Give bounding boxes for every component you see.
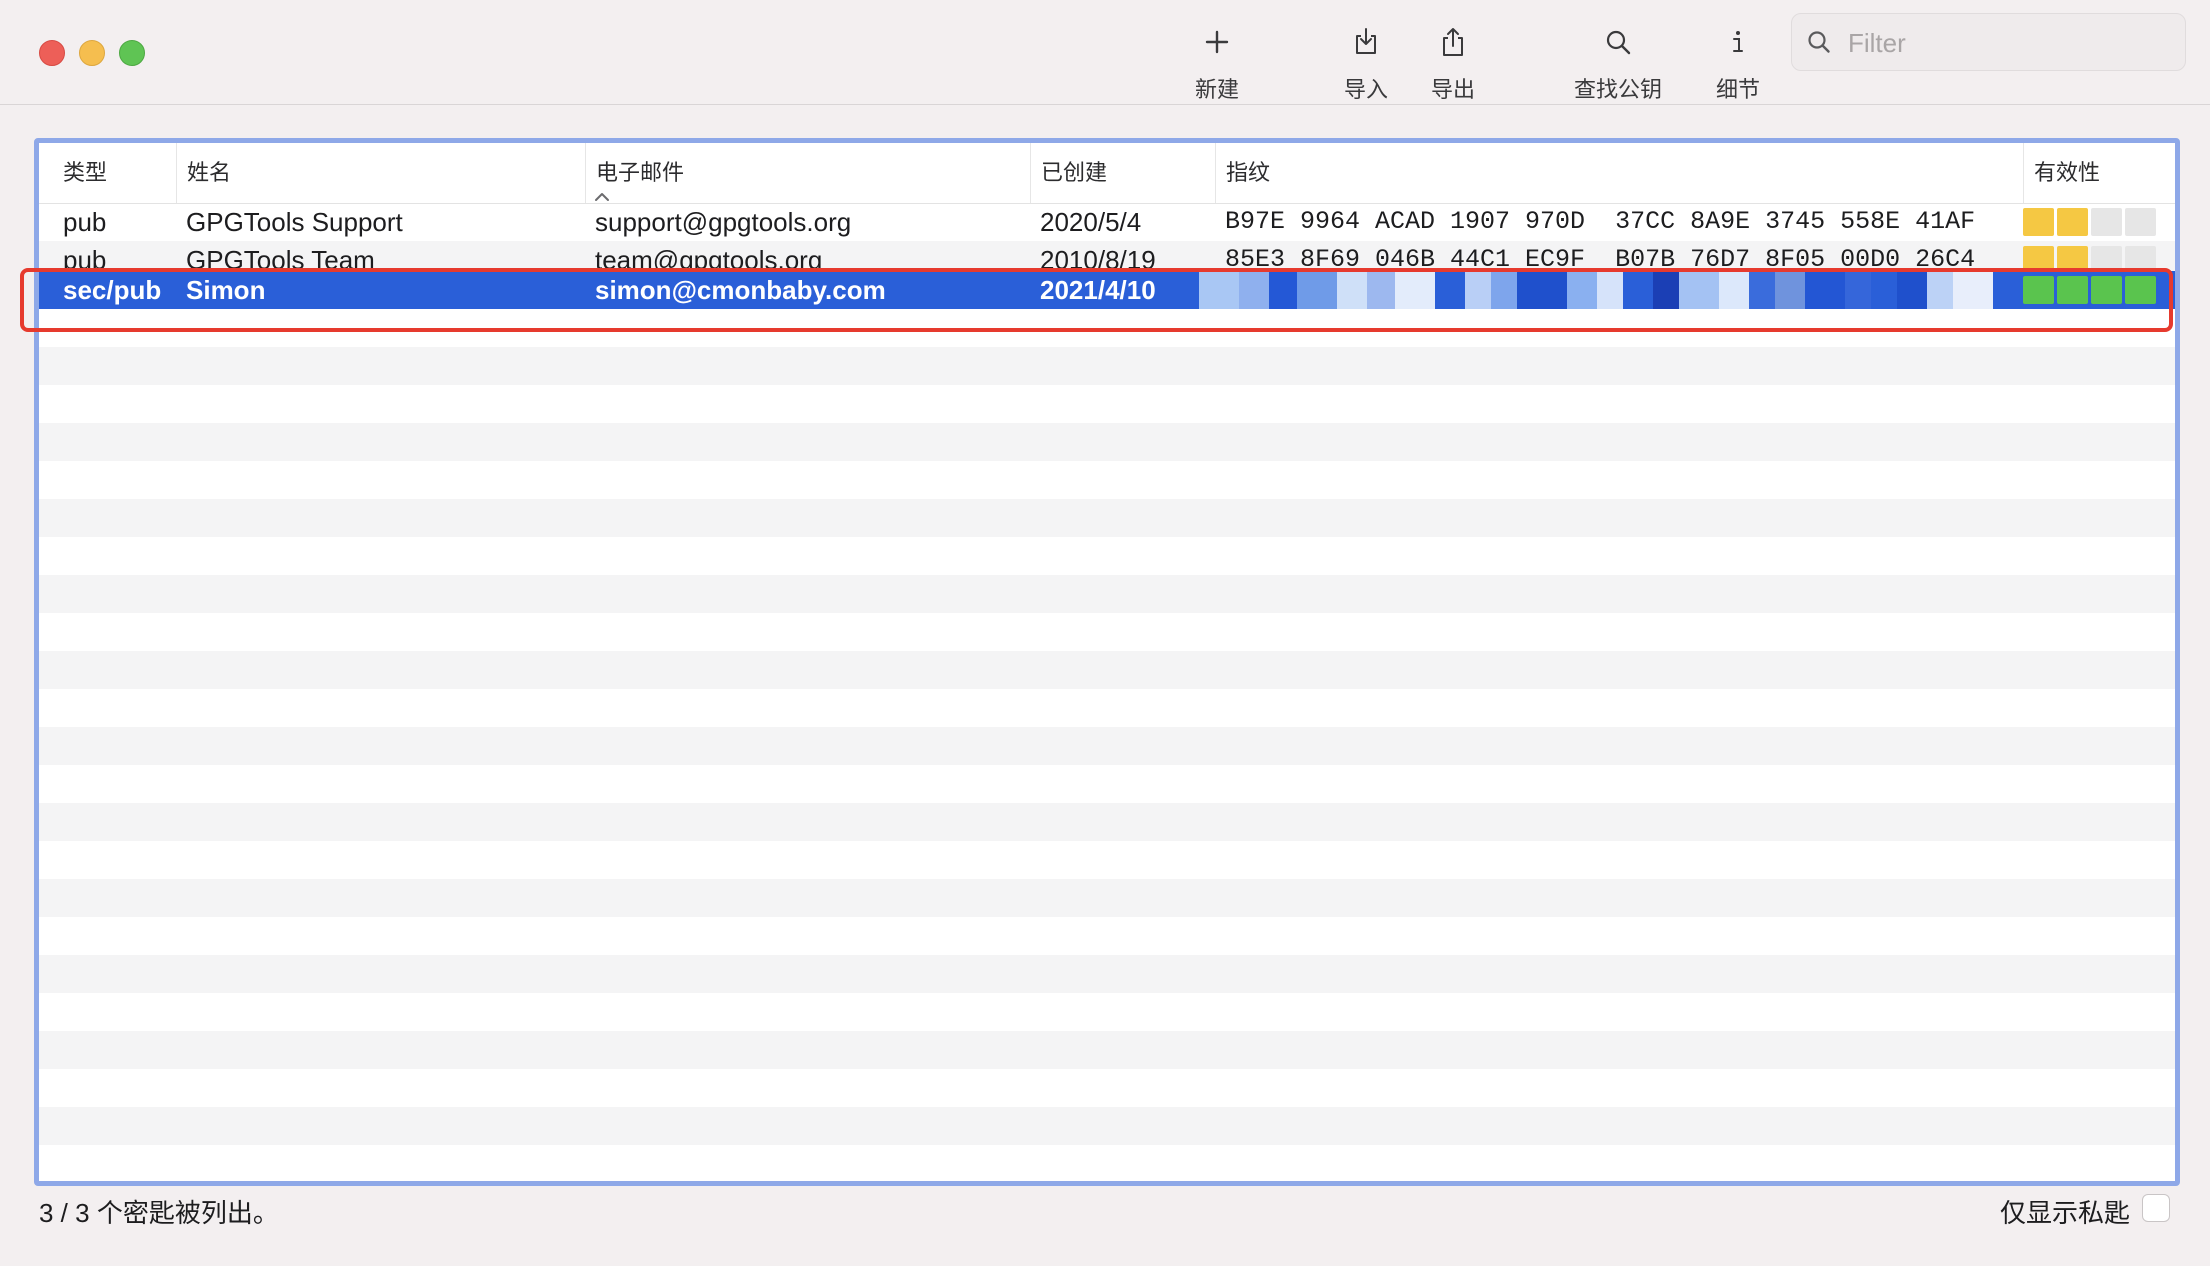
empty-row — [39, 879, 2175, 917]
empty-row — [39, 1145, 2175, 1181]
filter-input[interactable] — [1846, 22, 2170, 64]
empty-row — [39, 993, 2175, 1031]
column-header-email[interactable]: 电子邮件 — [585, 143, 1030, 203]
column-header-type[interactable]: 类型 — [53, 143, 185, 203]
empty-row — [39, 803, 2175, 841]
export-button[interactable]: 导出 — [1423, 22, 1483, 104]
empty-row — [39, 765, 2175, 803]
keys-table[interactable]: 类型 姓名 电子邮件 已创建 指纹 有效性 pub GPGTools Suppo… — [34, 138, 2180, 1186]
empty-row — [39, 347, 2175, 385]
empty-row — [39, 461, 2175, 499]
cell-created: 2021/4/10 — [1040, 275, 1156, 305]
gpg-keychain-window: 新建 导入 导出 查找公钥 细节 Filter 类型 姓名 电子邮件 已创建 指… — [0, 0, 2210, 1266]
new-key-label: 新建 — [1194, 77, 1239, 102]
validity-indicator — [2023, 208, 2156, 236]
empty-row — [39, 955, 2175, 993]
empty-row — [39, 727, 2175, 765]
toolbar: 新建 导入 导出 查找公钥 细节 — [0, 0, 2210, 105]
close-window-button[interactable] — [39, 40, 65, 66]
empty-row — [39, 613, 2175, 651]
new-key-button[interactable]: 新建 — [1185, 22, 1249, 104]
minimize-window-button[interactable] — [79, 40, 105, 66]
zoom-window-button[interactable] — [119, 40, 145, 66]
validity-indicator — [2023, 276, 2156, 304]
cell-name: Simon — [186, 275, 266, 305]
cell-email: simon@cmonbaby.com — [595, 275, 886, 305]
empty-row — [39, 575, 2175, 613]
empty-row — [39, 689, 2175, 727]
empty-row — [39, 841, 2175, 879]
search-icon — [1566, 22, 1670, 62]
empty-row — [39, 499, 2175, 537]
column-header-name[interactable]: 姓名 — [176, 143, 624, 203]
cell-type: pub — [63, 207, 107, 237]
details-button[interactable]: 细节 — [1710, 22, 1766, 104]
empty-row — [39, 1107, 2175, 1145]
empty-row — [39, 537, 2175, 575]
empty-row — [39, 917, 2175, 955]
share-icon — [1423, 22, 1483, 62]
column-header-validity[interactable]: 有效性 — [2023, 143, 2175, 203]
import-icon — [1336, 22, 1396, 62]
lookup-key-label: 查找公钥 — [1573, 77, 1662, 102]
cell-type: sec/pub — [63, 275, 162, 305]
table-row-selected[interactable]: sec/pub Simon simon@cmonbaby.com 2021/4/… — [39, 271, 2175, 309]
validity-indicator — [2023, 246, 2156, 274]
import-button[interactable]: 导入 — [1336, 22, 1396, 104]
info-icon — [1710, 22, 1766, 62]
filter-field[interactable] — [1791, 13, 2186, 71]
secret-only-checkbox[interactable] — [2142, 1194, 2170, 1222]
cell-created: 2020/5/4 — [1040, 207, 1142, 237]
column-header-name-label: 姓名 — [187, 160, 232, 185]
table-row[interactable]: pub GPGTools Support support@gpgtools.or… — [39, 203, 2175, 241]
empty-row — [39, 1031, 2175, 1069]
secret-only-label: 仅显示私匙 — [1999, 1198, 2130, 1228]
column-header-created[interactable]: 已创建 — [1030, 143, 1215, 203]
export-label: 导出 — [1430, 77, 1475, 102]
key-count-status: 3 / 3 个密匙被列出。 — [39, 1198, 279, 1228]
redacted-fingerprint — [1199, 271, 2009, 309]
cell-fingerprint: B97E 9964 ACAD 1907 970D 37CC 8A9E 3745 … — [1225, 207, 1976, 236]
empty-row — [39, 423, 2175, 461]
table-row[interactable]: pub GPGTools Team team@gpgtools.org 2010… — [39, 241, 2175, 275]
empty-row — [39, 651, 2175, 689]
plus-icon — [1185, 22, 1249, 62]
cell-name: GPGTools Support — [186, 207, 403, 237]
empty-row — [39, 1069, 2175, 1107]
empty-row — [39, 309, 2175, 347]
lookup-key-button[interactable]: 查找公钥 — [1566, 22, 1670, 104]
empty-row — [39, 385, 2175, 423]
import-label: 导入 — [1343, 77, 1388, 102]
details-label: 细节 — [1715, 77, 1760, 102]
cell-email: support@gpgtools.org — [595, 207, 852, 237]
column-header-fingerprint[interactable]: 指纹 — [1215, 143, 2023, 203]
table-header: 类型 姓名 电子邮件 已创建 指纹 有效性 — [39, 143, 2175, 204]
search-icon — [1806, 29, 1832, 60]
